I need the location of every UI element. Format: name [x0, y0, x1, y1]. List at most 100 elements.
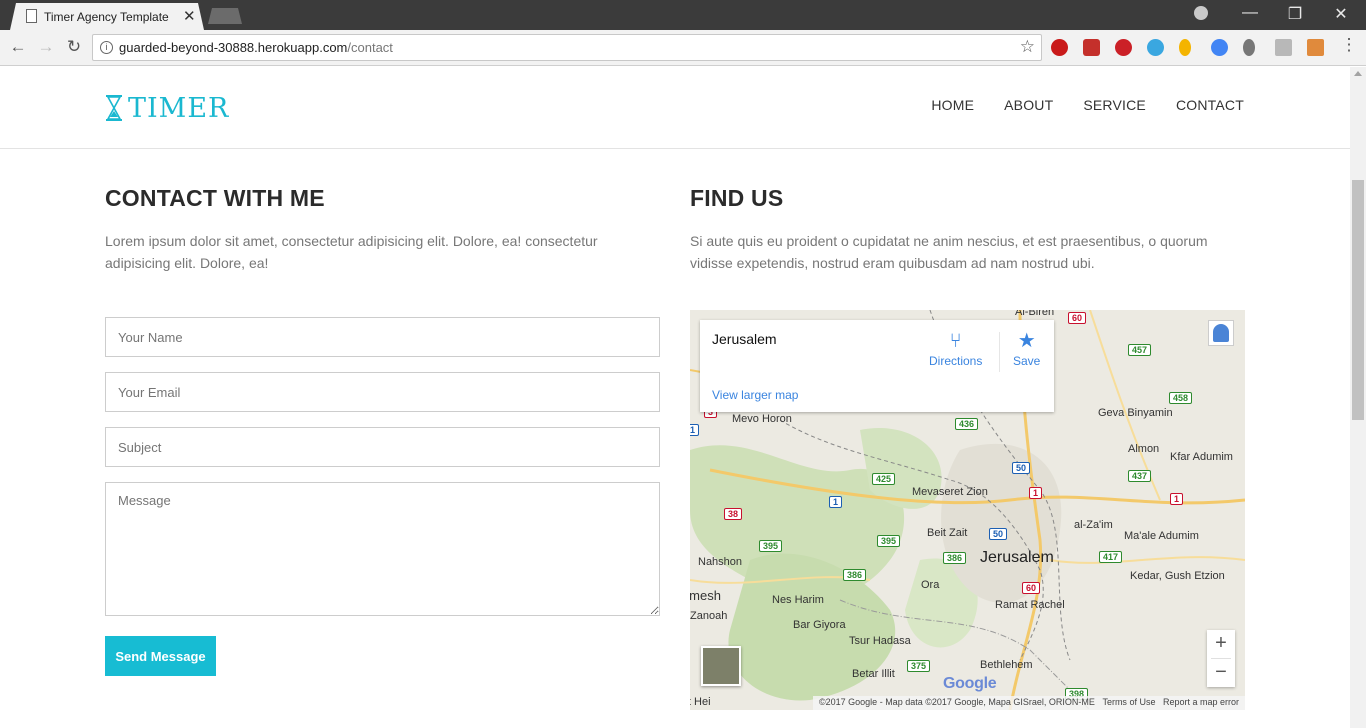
scroll-up-icon[interactable]: [1354, 71, 1362, 76]
road-shield: 375: [907, 660, 931, 672]
map-label: Betar Illit: [852, 668, 895, 680]
profile-icon[interactable]: [1194, 6, 1208, 20]
terms-link[interactable]: Terms of Use: [1102, 697, 1155, 707]
page-viewport: TIMER HOME ABOUT SERVICE CONTACT CONTACT…: [0, 67, 1350, 728]
site-logo[interactable]: TIMER: [104, 92, 230, 124]
view-larger-map-link[interactable]: View larger map: [712, 388, 798, 402]
road-shield: 1: [1029, 487, 1043, 499]
nav-about[interactable]: ABOUT: [1004, 97, 1053, 113]
forward-icon[interactable]: →: [35, 37, 57, 57]
map-label-jerusalem: Jerusalem: [980, 549, 1054, 566]
site-header: TIMER HOME ABOUT SERVICE CONTACT: [0, 67, 1350, 149]
map-label: Ora: [921, 579, 940, 591]
map-label: Beit Hei: [690, 696, 711, 708]
contact-title: CONTACT WITH ME: [105, 185, 325, 211]
map-label: Nes Harim: [772, 594, 824, 606]
directions-label: Directions: [929, 354, 983, 368]
map-label: Bethlehem: [980, 659, 1033, 671]
road-shield: 395: [877, 535, 901, 547]
find-us-description: Si aute quis eu proident o cupidatat ne …: [690, 233, 1208, 271]
street-view-button[interactable]: [1208, 320, 1234, 346]
road-shield: 425: [872, 473, 896, 485]
eyedropper-icon[interactable]: [1243, 39, 1255, 56]
map-label: Mevaseret Zion: [912, 486, 988, 498]
adblock-icon[interactable]: [1051, 39, 1068, 56]
map-label: Almon: [1128, 443, 1160, 455]
road-shield: 457: [1128, 344, 1152, 356]
find-us-section: FIND US Si aute quis eu proident o cupid…: [690, 185, 1245, 274]
scroll-thumb[interactable]: [1352, 180, 1364, 420]
road-shield: 50: [989, 528, 1008, 540]
browser-tab-active[interactable]: Timer Agency Template ✕: [10, 3, 204, 30]
pegman-icon: [1213, 324, 1229, 342]
back-icon[interactable]: ←: [7, 37, 29, 57]
save-place-button[interactable]: ★ Save: [1013, 330, 1040, 368]
name-input[interactable]: [105, 317, 660, 357]
map-place-name: Jerusalem: [712, 331, 777, 347]
page-scrollbar[interactable]: [1350, 67, 1366, 728]
extension-video-icon[interactable]: [1083, 39, 1100, 56]
nav-service[interactable]: SERVICE: [1083, 97, 1146, 113]
address-bar[interactable]: i guarded-beyond-30888.herokuapp.com/con…: [92, 34, 1042, 61]
map-label: Beit Zait: [927, 527, 968, 539]
send-message-button[interactable]: Send Message: [105, 636, 216, 676]
zoom-control: + −: [1207, 630, 1235, 687]
map-info-card: Jerusalem ⑂ Directions ★ Save View large…: [700, 320, 1054, 412]
road-shield: 436: [955, 418, 979, 430]
save-label: Save: [1013, 354, 1041, 368]
map-label: Kfar Adumim: [1170, 451, 1233, 463]
tab-close-icon[interactable]: ✕: [183, 7, 196, 25]
road-shield: 1: [1170, 493, 1184, 505]
message-textarea[interactable]: [105, 482, 660, 616]
ruler-extension-icon[interactable]: [1307, 39, 1324, 56]
google-logo: Google: [943, 675, 997, 692]
road-shield: 60: [1068, 312, 1087, 324]
report-error-link[interactable]: Report a map error: [1163, 697, 1239, 707]
window-close-icon[interactable]: ✕: [1331, 4, 1351, 24]
logo-text: TIMER: [128, 92, 230, 124]
reload-icon[interactable]: ↻: [63, 37, 85, 57]
hourglass-icon: [106, 95, 122, 121]
road-shield: 395: [759, 540, 783, 552]
restore-icon[interactable]: ❐: [1285, 4, 1305, 24]
map-label: Kedar, Gush Etzion: [1130, 570, 1225, 582]
google-map[interactable]: Al-Bireh Geva Binyamin Almon Kfar Adumim…: [690, 310, 1245, 710]
zoom-in-button[interactable]: +: [1207, 630, 1235, 658]
minimize-icon[interactable]: —: [1240, 4, 1260, 22]
road-shield: 458: [1169, 392, 1193, 404]
map-attribution: ©2017 Google - Map data ©2017 Google, Ma…: [813, 696, 1245, 710]
extension-b-icon[interactable]: [1275, 39, 1292, 56]
menu-icon[interactable]: ⋮: [1338, 35, 1360, 55]
pinterest-icon[interactable]: [1115, 39, 1132, 56]
subject-input[interactable]: [105, 427, 660, 467]
map-label: Mevo Horon: [732, 413, 792, 425]
road-shield: 50: [1012, 462, 1031, 474]
nav-contact[interactable]: CONTACT: [1176, 97, 1244, 113]
star-icon: ★: [1017, 330, 1036, 352]
road-shield: 386: [943, 552, 967, 564]
nav-home[interactable]: HOME: [931, 97, 974, 113]
map-label: Beit Shemesh: [690, 588, 721, 603]
road-shield: 437: [1128, 470, 1152, 482]
browser-tab-bar: Timer Agency Template ✕ — ❐ ✕: [0, 0, 1366, 30]
directions-button[interactable]: ⑂ Directions: [929, 330, 982, 368]
road-shield: 1: [690, 424, 700, 436]
zoom-out-button[interactable]: −: [1207, 659, 1235, 687]
eye-extension-icon[interactable]: [1147, 39, 1164, 56]
road-shield: 417: [1099, 551, 1123, 563]
email-input[interactable]: [105, 372, 660, 412]
map-label: Zanoah: [690, 610, 728, 622]
satellite-toggle[interactable]: [701, 646, 741, 686]
rainbow-extension-icon[interactable]: [1211, 39, 1228, 56]
info-icon[interactable]: i: [100, 41, 113, 54]
map-label: Bar Giyora: [793, 619, 846, 631]
bookmark-star-icon[interactable]: ☆: [1020, 37, 1035, 57]
lightbulb-icon[interactable]: [1179, 39, 1191, 56]
attribution-text: ©2017 Google - Map data ©2017 Google, Ma…: [819, 697, 1095, 707]
url-text[interactable]: guarded-beyond-30888.herokuapp.com/conta…: [119, 40, 393, 55]
map-label: Ma'ale Adumim: [1124, 530, 1199, 542]
main-nav: HOME ABOUT SERVICE CONTACT: [931, 97, 1244, 113]
map-label: Geva Binyamin: [1098, 407, 1173, 419]
tab-title: Timer Agency Template: [44, 10, 169, 24]
new-tab-button[interactable]: [208, 8, 242, 24]
